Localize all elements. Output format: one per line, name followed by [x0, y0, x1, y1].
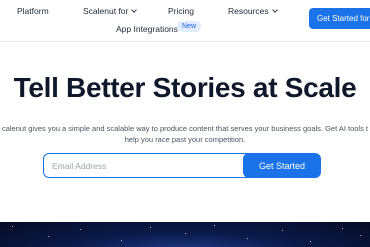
nav-scalenut-for[interactable]: Scalenut for [83, 6, 138, 16]
star [12, 226, 13, 227]
subtitle-line-1: calenut gives you a simple and scalable … [1, 124, 369, 133]
chevron-down-icon [271, 7, 278, 13]
top-navigation: Platform Scalenut for Pricing Resources … [0, 0, 370, 42]
title-highlight: Scale [283, 72, 358, 103]
star [150, 227, 151, 228]
title-main: Tell Better Stories at [13, 72, 285, 103]
email-input[interactable] [43, 153, 253, 178]
star [360, 235, 361, 236]
signup-form: Get Started [43, 153, 321, 178]
nav-scalenut-for-label: Scalenut for [83, 6, 129, 16]
nav-app-integrations[interactable]: App Integrations [116, 24, 178, 34]
star [121, 240, 122, 241]
starfield-background [0, 222, 370, 247]
get-started-button[interactable]: Get Started [243, 153, 321, 178]
star [214, 225, 215, 226]
star [48, 236, 49, 237]
star [342, 228, 343, 229]
star [310, 241, 311, 242]
nav-resources-label: Resources [228, 6, 269, 16]
nav-resources[interactable]: Resources [228, 6, 278, 16]
star [282, 230, 283, 231]
star [247, 238, 248, 239]
star [80, 229, 81, 230]
chevron-down-icon [131, 7, 138, 13]
subtitle-line-2: help you race past your competition. [124, 135, 246, 144]
nav-pricing[interactable]: Pricing [168, 6, 194, 16]
nav-platform[interactable]: Platform [17, 6, 49, 16]
page-title: Tell Better Stories at Scale [0, 72, 370, 104]
star [185, 233, 186, 234]
get-started-free-button[interactable]: Get Started for [309, 8, 370, 29]
new-badge: New [177, 21, 202, 32]
